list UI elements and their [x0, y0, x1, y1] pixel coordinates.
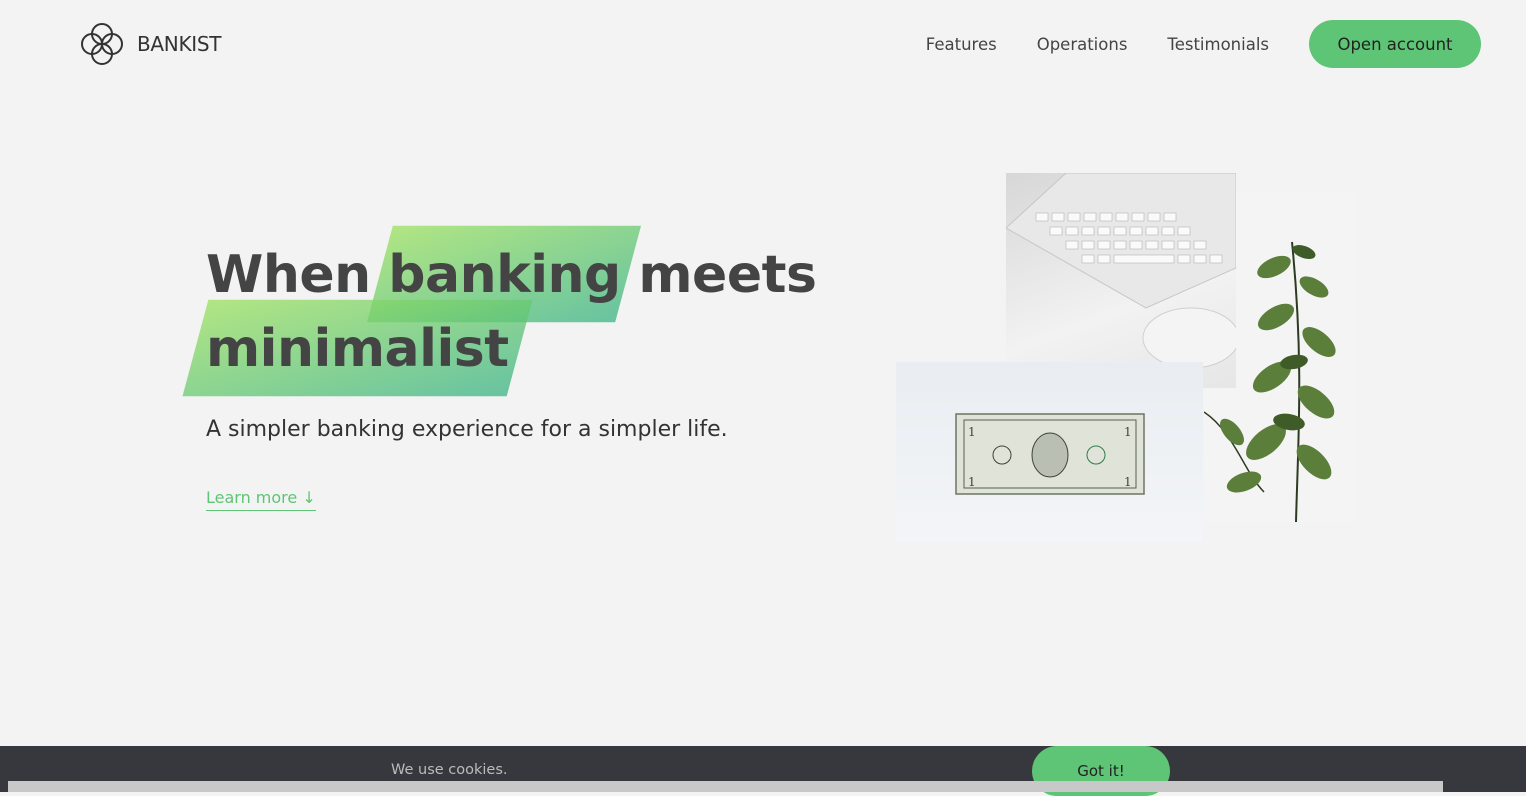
nav-link-testimonials[interactable]: Testimonials [1167, 35, 1269, 54]
logo-text: BANKIST [137, 32, 222, 56]
nav-link-operations[interactable]: Operations [1037, 35, 1128, 54]
learn-more-link[interactable]: Learn more ↓ [206, 488, 316, 511]
dollar-bill-photo: 1 1 1 1 [896, 362, 1203, 542]
hero-title-word: When [206, 245, 371, 305]
cookie-message: We use cookies. [391, 762, 508, 778]
hero-title-word: meets [638, 245, 817, 305]
svg-text:1: 1 [1124, 425, 1132, 439]
open-account-button[interactable]: Open account [1309, 20, 1481, 68]
four-circles-logo-icon [79, 21, 125, 67]
svg-text:1: 1 [968, 475, 976, 489]
horizontal-scrollbar[interactable] [8, 781, 1443, 792]
nav-link-features[interactable]: Features [926, 35, 997, 54]
cookie-banner: We use cookies. Got it! [0, 746, 1526, 796]
logo[interactable]: BANKIST [79, 21, 222, 67]
keyboard-photo [1006, 173, 1236, 388]
hero-title: When banking meets minimalist [206, 238, 817, 386]
hero-highlight-minimalist: minimalist [206, 312, 509, 386]
svg-text:1: 1 [1124, 475, 1132, 489]
navigation-bar: BANKIST Features Operations Testimonials… [0, 0, 1526, 90]
nav-links: Features Operations Testimonials Open ac… [926, 20, 1481, 68]
hero-image: 1 1 1 1 [896, 173, 1357, 542]
hero-subtitle: A simpler banking experience for a simpl… [206, 417, 728, 442]
svg-text:1: 1 [968, 425, 976, 439]
